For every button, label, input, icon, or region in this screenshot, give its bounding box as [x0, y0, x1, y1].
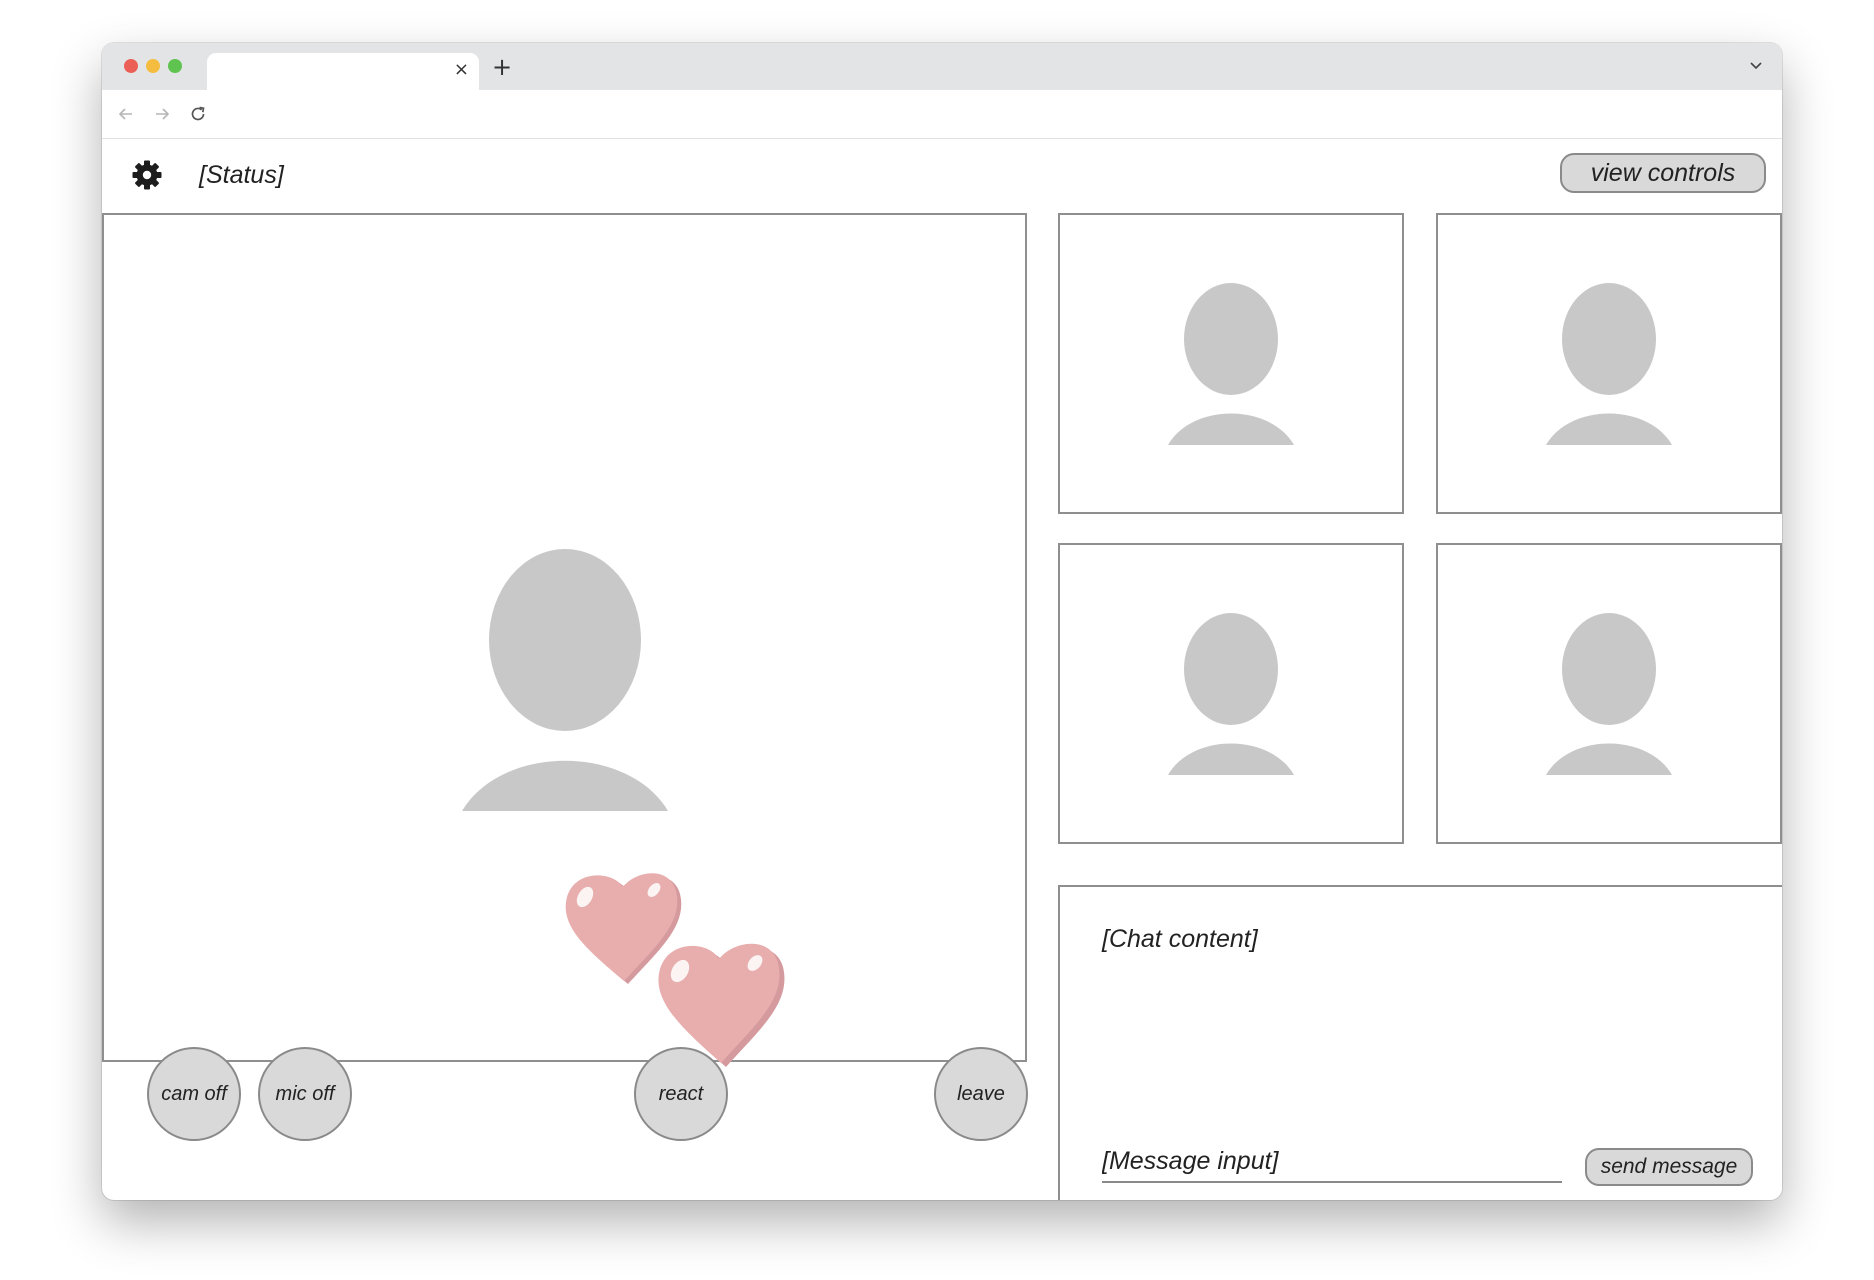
avatar-icon	[1168, 612, 1294, 775]
chat-content: [Chat content]	[1102, 925, 1258, 953]
participant-tile[interactable]	[1436, 213, 1782, 514]
arrow-left-icon[interactable]	[116, 104, 136, 124]
reload-icon[interactable]	[188, 104, 208, 124]
close-icon[interactable]: ×	[454, 60, 469, 80]
participant-tile[interactable]	[1436, 543, 1782, 844]
cam-off-button[interactable]: cam off	[147, 1047, 241, 1141]
tab-bar: × +	[102, 43, 1782, 90]
browser-window: × + [Status] view controls cam off mic o…	[102, 43, 1782, 1200]
mic-off-button[interactable]: mic off	[258, 1047, 352, 1141]
maximize-window-button[interactable]	[168, 59, 182, 73]
status-text: [Status]	[199, 161, 284, 189]
avatar-icon	[1168, 282, 1294, 445]
plus-icon[interactable]: +	[492, 53, 512, 81]
message-input[interactable]	[1102, 1141, 1562, 1183]
avatar-icon	[461, 548, 668, 811]
view-controls-button[interactable]: view controls	[1560, 153, 1766, 193]
page-content: [Status] view controls cam off mic off r…	[102, 139, 1782, 1200]
minimize-window-button[interactable]	[146, 59, 160, 73]
react-button[interactable]: react	[634, 1047, 728, 1141]
participant-tile[interactable]	[1058, 543, 1404, 844]
arrow-right-icon[interactable]	[152, 104, 172, 124]
chevron-down-icon[interactable]	[1748, 57, 1764, 73]
avatar-icon	[1546, 282, 1672, 445]
main-video-panel[interactable]	[102, 213, 1027, 1062]
navigation-bar	[102, 90, 1782, 139]
participant-tile[interactable]	[1058, 213, 1404, 514]
chat-panel: [Chat content] send message	[1058, 885, 1782, 1200]
leave-button[interactable]: leave	[934, 1047, 1028, 1141]
avatar-icon	[1546, 612, 1672, 775]
gear-icon[interactable]	[131, 159, 163, 191]
send-message-button[interactable]: send message	[1585, 1148, 1753, 1186]
browser-tab[interactable]: ×	[207, 53, 479, 90]
close-window-button[interactable]	[124, 59, 138, 73]
